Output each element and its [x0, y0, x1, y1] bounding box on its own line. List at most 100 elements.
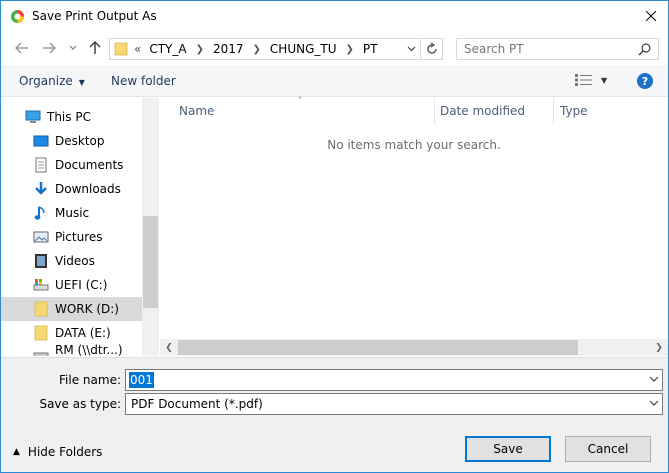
desktop-icon: [33, 133, 49, 149]
refresh-button[interactable]: [420, 39, 442, 59]
address-prefix[interactable]: «: [134, 42, 141, 56]
scroll-right-icon[interactable]: ❯: [652, 341, 666, 354]
nav-item-desktop[interactable]: Desktop: [1, 129, 142, 153]
nav-item-documents[interactable]: Documents: [1, 153, 142, 177]
app-icon: [10, 9, 25, 24]
search-box[interactable]: [456, 38, 659, 60]
window-title: Save Print Output As: [32, 9, 157, 23]
breadcrumb-cty-a[interactable]: CTY_A: [149, 42, 186, 56]
address-bar[interactable]: « CTY_A ❯ 2017 ❯ CHUNG_TU ❯ PT: [109, 38, 443, 60]
column-divider[interactable]: [553, 98, 554, 124]
caret-down-icon: ▼: [78, 78, 85, 87]
this-pc-icon: [25, 109, 41, 125]
arrow-up-icon: [89, 41, 101, 54]
breadcrumb-separator-icon[interactable]: ❯: [196, 44, 204, 55]
chevron-down-icon[interactable]: [649, 398, 659, 408]
title-bar: Save Print Output As: [1, 1, 668, 31]
file-name-input[interactable]: 001: [125, 369, 663, 391]
chevron-down-icon: [69, 45, 77, 50]
save-form: File name: 001 Save as type: PDF Documen…: [1, 357, 668, 472]
column-header-date-modified[interactable]: Date modified: [440, 98, 525, 124]
hide-folders-label: Hide Folders: [27, 445, 103, 459]
arrow-left-icon: [15, 42, 28, 54]
organize-button[interactable]: Organize ▼: [19, 74, 85, 88]
help-button[interactable]: ?: [637, 73, 653, 89]
close-button[interactable]: [640, 5, 662, 27]
nav-item-label: Pictures: [55, 230, 103, 244]
refresh-icon: [426, 43, 437, 54]
nav-item-label: This PC: [47, 110, 91, 124]
forward-button[interactable]: [41, 39, 57, 57]
column-header-type[interactable]: Type: [560, 98, 588, 124]
folder-icon: [114, 42, 128, 56]
network-drive-icon: [33, 349, 49, 356]
save-button[interactable]: Save: [465, 436, 551, 462]
horizontal-scrollbar[interactable]: ❮ ❯: [160, 339, 668, 356]
nav-item-videos[interactable]: Videos: [1, 249, 142, 273]
sort-ascending-icon: ˄: [298, 96, 302, 105]
cancel-button[interactable]: Cancel: [565, 436, 651, 462]
hide-folders-button[interactable]: ▲ Hide Folders: [13, 445, 102, 459]
column-header-name[interactable]: Name: [179, 98, 214, 124]
horizontal-scrollbar-thumb[interactable]: [178, 340, 578, 355]
breadcrumb-separator-icon[interactable]: ❯: [253, 44, 261, 55]
breadcrumb-separator-icon[interactable]: ❯: [346, 44, 354, 55]
empty-message: No items match your search.: [327, 138, 501, 152]
nav-item-network-drive[interactable]: RM (\\dtr...) (Z:): [1, 343, 142, 356]
recent-locations-button[interactable]: [65, 39, 81, 57]
details-view-icon: [575, 74, 592, 86]
chevron-down-icon: [407, 46, 415, 52]
view-options-button[interactable]: ▼: [575, 74, 607, 86]
search-input[interactable]: [457, 39, 637, 59]
nav-item-label: Videos: [55, 254, 95, 268]
folder-icon: [33, 325, 49, 341]
nav-item-uefi-c[interactable]: UEFI (C:): [1, 273, 142, 297]
nav-scrollbar-thumb[interactable]: [143, 216, 158, 308]
breadcrumb-chung-tu[interactable]: CHUNG_TU: [270, 42, 337, 56]
nav-item-pictures[interactable]: Pictures: [1, 225, 142, 249]
nav-item-label: Downloads: [55, 182, 121, 196]
pictures-icon: [33, 229, 49, 245]
command-bar: Organize ▼ New folder ▼ ?: [1, 65, 668, 97]
videos-icon: [33, 253, 49, 269]
music-icon: [33, 205, 49, 221]
chevron-up-icon: ▲: [13, 447, 20, 457]
nav-item-this-pc[interactable]: This PC: [1, 105, 142, 129]
navigation-pane: This PC Desktop Documents Downloads Musi…: [1, 98, 159, 356]
back-button[interactable]: [14, 39, 30, 57]
nav-item-data-e[interactable]: DATA (E:): [1, 321, 142, 345]
organize-label: Organize: [19, 74, 73, 88]
file-name-label: File name:: [59, 373, 121, 387]
search-icon[interactable]: [638, 42, 652, 56]
documents-icon: [33, 157, 49, 173]
chevron-down-icon[interactable]: [649, 374, 659, 384]
scroll-left-icon[interactable]: ❮: [162, 341, 176, 354]
drive-icon: [33, 277, 49, 293]
nav-item-label: DATA (E:): [55, 326, 111, 340]
address-row: « CTY_A ❯ 2017 ❯ CHUNG_TU ❯ PT: [1, 31, 668, 65]
nav-item-label: Documents: [55, 158, 124, 172]
downloads-icon: [33, 181, 49, 197]
nav-item-label: Music: [55, 206, 90, 220]
save-as-type-select[interactable]: PDF Document (*.pdf): [125, 393, 663, 415]
file-name-value[interactable]: 001: [129, 372, 154, 388]
nav-item-downloads[interactable]: Downloads: [1, 177, 142, 201]
nav-item-label: RM (\\dtr...) (Z:): [55, 343, 123, 356]
nav-item-work-d[interactable]: WORK (D:): [1, 297, 142, 321]
address-dropdown-button[interactable]: [404, 42, 418, 56]
close-icon: [646, 11, 656, 21]
nav-item-music[interactable]: Music: [1, 201, 142, 225]
column-divider[interactable]: [434, 98, 435, 124]
breadcrumb-2017[interactable]: 2017: [213, 42, 244, 56]
nav-item-label: WORK (D:): [55, 302, 119, 316]
save-as-type-label: Save as type:: [39, 397, 121, 411]
new-folder-button[interactable]: New folder: [111, 74, 176, 88]
folder-icon: [33, 301, 49, 317]
breadcrumb-pt[interactable]: PT: [363, 42, 378, 56]
save-dialog: Save Print Output As « CTY_A ❯ 2017 ❯ CH…: [0, 0, 669, 473]
save-as-type-value: PDF Document (*.pdf): [131, 397, 263, 411]
nav-scrollbar[interactable]: [142, 98, 159, 356]
caret-down-icon: ▼: [601, 75, 608, 85]
up-button[interactable]: [87, 39, 103, 57]
nav-item-label: UEFI (C:): [55, 278, 108, 292]
